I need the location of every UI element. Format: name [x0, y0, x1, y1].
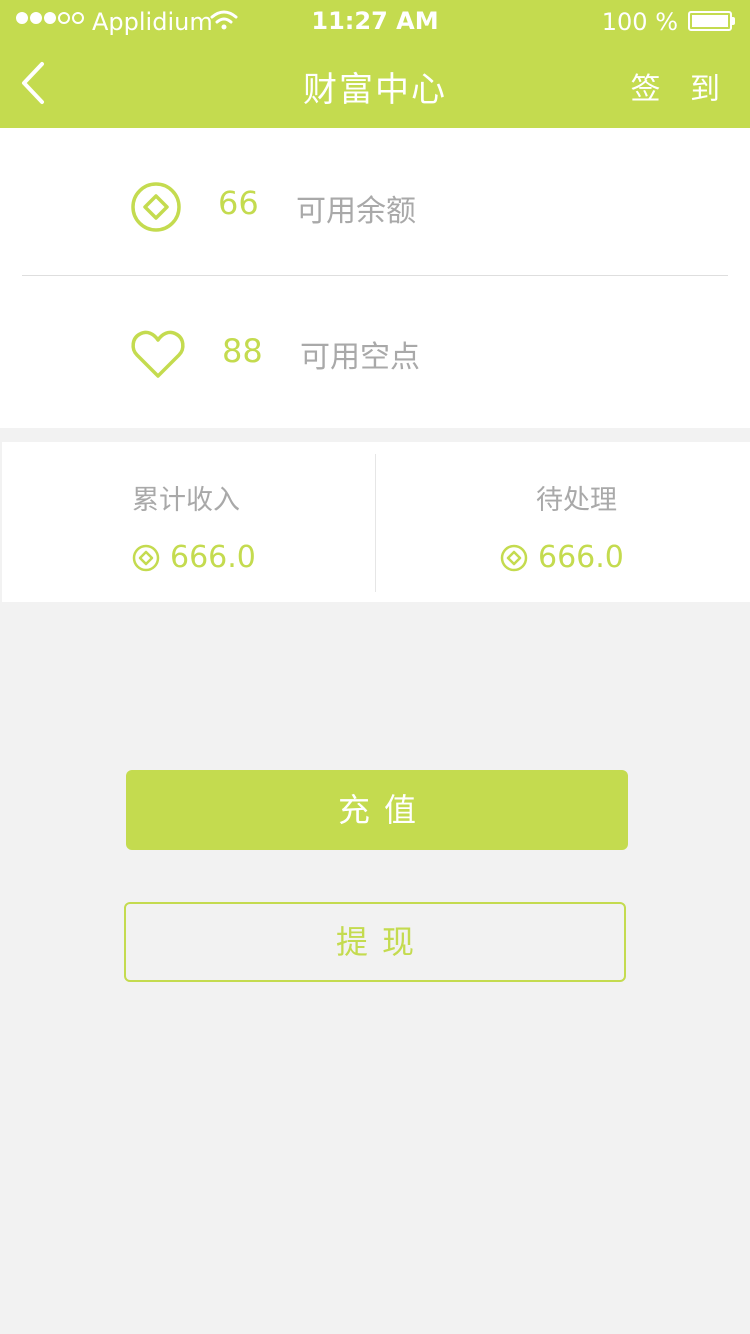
- pending-value-group: 666.0: [500, 540, 624, 575]
- pending-value: 666.0: [538, 540, 624, 575]
- balance-card: 66 可用余额 88 可用空点: [0, 128, 750, 428]
- heart-icon: [131, 330, 185, 378]
- balance-amount: 66: [218, 184, 259, 222]
- coin-diamond-icon: [500, 544, 528, 571]
- withdraw-button[interactable]: 提现: [124, 902, 626, 982]
- coin-diamond-icon: [132, 544, 160, 571]
- header: Applidium 11:27 AM 100 % 财富中心 签 到: [0, 0, 750, 128]
- income-value: 666.0: [170, 540, 256, 575]
- recharge-button[interactable]: 充值: [126, 770, 628, 850]
- status-bar: Applidium 11:27 AM 100 %: [0, 0, 750, 40]
- nav-bar: 财富中心 签 到: [0, 40, 750, 128]
- points-amount: 88: [222, 332, 263, 370]
- points-row[interactable]: 88 可用空点: [0, 276, 750, 424]
- points-label: 可用空点: [300, 340, 420, 375]
- income-label: 累计收入: [132, 485, 240, 516]
- balance-row[interactable]: 66 可用余额: [0, 128, 750, 276]
- pending-label: 待处理: [536, 485, 617, 516]
- pending-stat[interactable]: 待处理 666.0: [376, 442, 750, 602]
- battery-icon: [688, 11, 735, 31]
- checkin-button[interactable]: 签 到: [630, 64, 730, 108]
- coin-diamond-icon: [131, 182, 181, 232]
- battery-percentage: 100 %: [601, 8, 678, 36]
- income-stat[interactable]: 累计收入 666.0: [2, 442, 375, 602]
- balance-label: 可用余额: [296, 194, 416, 229]
- income-value-group: 666.0: [132, 540, 256, 575]
- stats-card: 累计收入 666.0 待处理 666.0: [2, 442, 750, 602]
